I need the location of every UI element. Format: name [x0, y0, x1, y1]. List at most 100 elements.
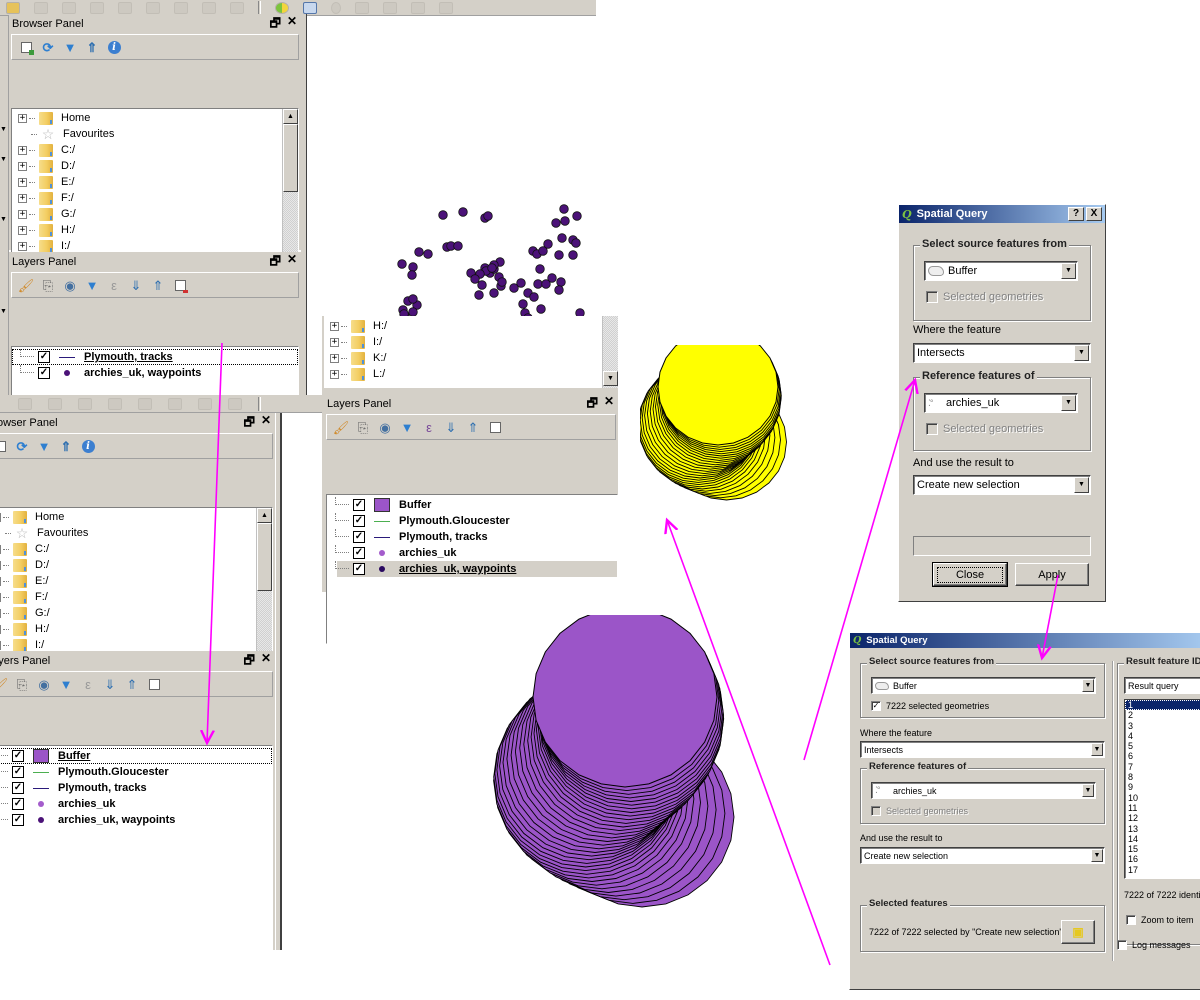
close-panel-icon[interactable]: ✕ [261, 413, 271, 434]
browser-item-drive[interactable]: + H:/ [0, 621, 272, 637]
float-panel-icon[interactable]: 🗗 [270, 14, 281, 35]
checkbox[interactable] [926, 423, 938, 435]
result-id-item[interactable]: 5 [1125, 741, 1200, 751]
layer-row-plymouth-tracks[interactable]: ✓ Plymouth, tracks [12, 349, 298, 365]
result-id-item[interactable]: 7 [1125, 762, 1200, 772]
remove-layer-icon[interactable] [172, 277, 188, 293]
browser-item-drive[interactable]: + G:/ [0, 605, 272, 621]
close-button[interactable]: Close [932, 562, 1008, 587]
expand-icon[interactable]: + [18, 161, 27, 171]
scroll-down-button[interactable]: ▼ [603, 371, 618, 386]
collapse-all-icon[interactable]: ⇑ [84, 39, 100, 55]
browser-item-drive[interactable]: + F:/ [12, 190, 298, 206]
expand-icon[interactable]: + [18, 225, 27, 235]
paste-features-icon[interactable] [228, 397, 242, 410]
expand-icon[interactable]: + [330, 321, 339, 331]
source-layer-combo[interactable]: Buffer ▼ [924, 261, 1078, 281]
add-layer-icon[interactable] [0, 438, 8, 454]
operation-combo[interactable]: Intersects ▼ [913, 343, 1091, 363]
map-canvas-waypoints[interactable] [380, 195, 620, 320]
result-action-combo[interactable]: Create new selection ▼ [913, 475, 1091, 495]
browser-item-drive[interactable]: + C:/ [0, 541, 272, 557]
layer-visibility-checkbox[interactable]: ✓ [353, 531, 365, 543]
copy-features-icon[interactable] [198, 397, 212, 410]
chevron-down-icon[interactable]: ▼ [1074, 345, 1089, 361]
expand-icon[interactable]: + [0, 640, 1, 650]
result-id-item[interactable]: 15 [1125, 844, 1200, 854]
result-id-item[interactable]: 13 [1125, 824, 1200, 834]
expand-icon[interactable]: + [18, 193, 27, 203]
result-ids-list[interactable]: 1 2 3 4 5 6 7 8 9 10 11 12 13 14 15 16 17 [1124, 699, 1200, 879]
add-group-icon[interactable]: ⎘ [355, 419, 371, 435]
cut-features-icon[interactable] [174, 1, 188, 14]
layer-row-buffer[interactable]: ✓ Buffer [327, 497, 617, 513]
node-tool-icon[interactable] [118, 1, 132, 14]
layer-visibility-checkbox[interactable]: ✓ [12, 750, 24, 762]
browser-scrollbar[interactable]: ▼ [602, 316, 618, 388]
browser-item-home[interactable]: + Home [0, 509, 272, 525]
expand-icon[interactable]: + [0, 512, 1, 522]
float-panel-icon[interactable]: 🗗 [270, 252, 281, 273]
filter-legend-icon[interactable]: ▼ [58, 676, 74, 692]
move-feature-icon[interactable] [108, 397, 122, 410]
layer-visibility-checkbox[interactable]: ✓ [353, 515, 365, 527]
expand-icon[interactable]: + [330, 369, 339, 379]
scroll-up-button[interactable]: ▲ [283, 109, 298, 124]
add-layer-icon[interactable] [18, 39, 34, 55]
layer-row-buffer[interactable]: ✓ Buffer [0, 748, 272, 764]
info-icon[interactable]: i [106, 39, 122, 55]
expand-icon[interactable]: + [18, 177, 27, 187]
layer-visibility-checkbox[interactable]: ✓ [12, 814, 24, 826]
add-group-icon[interactable]: ⎘ [40, 277, 56, 293]
browser-item-drive[interactable]: + E:/ [0, 573, 272, 589]
browser-item-drive[interactable]: + D:/ [0, 557, 272, 573]
move-label-icon[interactable] [383, 1, 397, 14]
chevron-down-icon[interactable]: ▼ [1061, 263, 1076, 279]
result-id-item[interactable]: 10 [1125, 793, 1200, 803]
source-selected-geometries-checkbox[interactable]: Selected geometries [926, 291, 1043, 303]
layer-row-plymouth-tracks[interactable]: ✓ Plymouth, tracks [327, 529, 617, 545]
reference-selected-geometries-checkbox[interactable]: Selected geometries [871, 806, 968, 816]
browser-item-drive[interactable]: + G:/ [12, 206, 298, 222]
result-id-item[interactable]: 14 [1125, 834, 1200, 844]
add-group-icon[interactable]: ⎘ [14, 676, 30, 692]
browser-item-favourites[interactable]: ☆ Favourites [0, 525, 272, 541]
chevron-down-icon[interactable]: ▼ [1074, 477, 1089, 493]
refresh-icon[interactable]: ⟳ [40, 39, 56, 55]
close-panel-icon[interactable]: ✕ [287, 252, 297, 273]
expand-icon[interactable]: + [18, 145, 27, 155]
checkbox[interactable] [926, 291, 938, 303]
remove-layer-icon[interactable] [146, 676, 162, 692]
buffer-selected-yellow[interactable] [640, 345, 810, 525]
expand-icon[interactable]: + [18, 241, 27, 251]
layer-row-plymouth-gloucester[interactable]: ✓ Plymouth.Gloucester [0, 764, 272, 780]
save-edits-icon[interactable] [18, 397, 32, 410]
refresh-icon[interactable]: ⟳ [14, 438, 30, 454]
float-panel-icon[interactable]: 🗗 [587, 394, 598, 415]
scroll-thumb[interactable] [257, 523, 272, 591]
browser-item-drive[interactable]: + E:/ [12, 174, 298, 190]
save-edits-icon[interactable] [34, 1, 48, 14]
layer-visibility-checkbox[interactable]: ✓ [353, 499, 365, 511]
result-id-item[interactable]: 3 [1125, 721, 1200, 731]
expand-icon[interactable]: + [0, 592, 1, 602]
copy-features-icon[interactable] [202, 1, 216, 14]
browser-item-drive[interactable]: + I:/ [324, 334, 618, 350]
chevron-down-icon[interactable]: ▼ [1091, 849, 1103, 862]
checkbox[interactable] [871, 806, 881, 816]
browser-item-drive[interactable]: + L:/ [324, 366, 618, 382]
expand-icon[interactable]: + [0, 608, 1, 618]
result-id-item[interactable]: 4 [1125, 731, 1200, 741]
expand-all-icon[interactable]: ⇓ [128, 277, 144, 293]
expand-icon[interactable]: + [0, 576, 1, 586]
rotate-label-icon[interactable] [411, 1, 425, 14]
layer-row-plymouth-tracks[interactable]: ✓ Plymouth, tracks [0, 780, 272, 796]
browser-item-drive[interactable]: + C:/ [12, 142, 298, 158]
filter-icon[interactable]: ▼ [62, 39, 78, 55]
layer-visibility-checkbox[interactable]: ✓ [353, 563, 365, 575]
collapse-all-icon[interactable]: ⇑ [58, 438, 74, 454]
show-hide-label-icon[interactable] [331, 1, 341, 14]
canvas-splitter[interactable] [275, 413, 282, 950]
layer-row-archies-waypoints[interactable]: ✓ archies_uk, waypoints [0, 812, 272, 828]
visibility-eye-icon[interactable]: ◉ [36, 676, 52, 692]
